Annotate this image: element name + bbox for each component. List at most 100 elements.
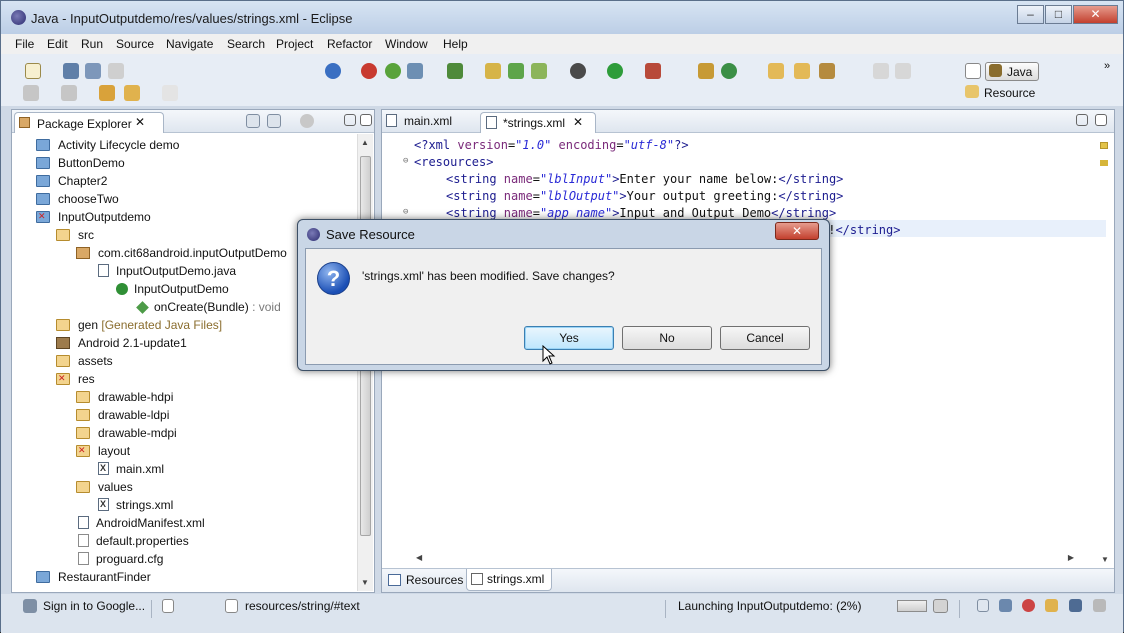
- minimize-view-icon[interactable]: [1076, 114, 1088, 126]
- class-icon: [116, 283, 128, 295]
- tab-strings-xml-source[interactable]: strings.xml: [466, 569, 552, 591]
- scroll-down-icon[interactable]: ▼: [361, 578, 369, 587]
- search-view-icon[interactable]: [1045, 599, 1058, 612]
- fold-collapse-icon[interactable]: ⊖: [403, 156, 408, 166]
- warning-marker-icon[interactable]: [1100, 160, 1108, 166]
- menu-edit[interactable]: Edit: [47, 37, 68, 51]
- search-tool-icon[interactable]: [819, 63, 835, 79]
- progress-view-icon[interactable]: [933, 599, 948, 613]
- tab-strings-xml[interactable]: *strings.xml ✕: [480, 112, 596, 133]
- xml-file-icon: [486, 116, 497, 129]
- new-android-test-icon[interactable]: [508, 63, 524, 79]
- tree-item-label: main.xml: [116, 462, 165, 476]
- menu-run[interactable]: Run: [81, 37, 103, 51]
- editor-vertical-scrollbar[interactable]: ▼: [1099, 134, 1113, 564]
- new-android-project-icon[interactable]: [485, 63, 501, 79]
- package-explorer-header: Package Explorer ✕: [12, 110, 374, 133]
- link-with-editor-icon[interactable]: [267, 114, 281, 128]
- fold-collapse-icon[interactable]: ⊖: [403, 207, 408, 217]
- tree-item-label: AndroidManifest.xml: [96, 516, 205, 530]
- xml-close-tag: </string>: [778, 189, 844, 203]
- external-tools-icon[interactable]: [645, 63, 661, 79]
- view-menu-icon[interactable]: [300, 114, 314, 128]
- sign-in-google-link[interactable]: Sign in to Google...: [43, 599, 145, 613]
- scroll-up-icon[interactable]: ▲: [361, 138, 369, 147]
- overview-marker-icon[interactable]: [1100, 142, 1108, 149]
- xml-value: "utf-8": [623, 138, 675, 152]
- download-icon[interactable]: [447, 63, 463, 79]
- dialog-close-button[interactable]: ✕: [775, 222, 819, 240]
- avd-manager-icon[interactable]: [407, 63, 423, 79]
- no-button[interactable]: No: [622, 326, 712, 350]
- close-icon[interactable]: ✕: [135, 115, 145, 129]
- xml-value: "lblInput": [539, 172, 613, 186]
- back-icon[interactable]: [124, 85, 140, 101]
- menu-window[interactable]: Window: [385, 37, 428, 51]
- document-icon: [225, 599, 238, 613]
- collapse-all-icon[interactable]: [246, 114, 260, 128]
- print-icon[interactable]: [108, 63, 124, 79]
- maximize-view-icon[interactable]: [1095, 114, 1107, 126]
- android-sdk-icon[interactable]: [385, 63, 401, 79]
- previous-annotation-icon[interactable]: [61, 85, 77, 101]
- menu-search[interactable]: Search: [227, 37, 265, 51]
- cancel-button[interactable]: Cancel: [720, 326, 810, 350]
- restore-icon[interactable]: [977, 599, 989, 612]
- new-icon[interactable]: [25, 63, 41, 79]
- open-resource-icon[interactable]: [794, 63, 810, 79]
- xml-equals: =: [532, 206, 540, 220]
- tree-item-return-type: : void: [248, 300, 281, 314]
- tree-item-label: layout: [98, 444, 131, 458]
- debug-android-icon[interactable]: [361, 63, 377, 79]
- scroll-left-icon[interactable]: ◀: [416, 553, 422, 562]
- new-java-class-icon[interactable]: [721, 63, 737, 79]
- save-icon[interactable]: [63, 63, 79, 79]
- history-icon[interactable]: [1093, 599, 1106, 612]
- toggle-block-icon[interactable]: [895, 63, 911, 79]
- resource-perspective-button[interactable]: Resource: [984, 86, 1035, 100]
- editor-horizontal-scrollbar[interactable]: ◀ ▶: [394, 552, 1084, 566]
- new-android-xml-icon[interactable]: [531, 63, 547, 79]
- fast-view-icon[interactable]: [162, 599, 174, 613]
- run-icon[interactable]: [607, 63, 623, 79]
- close-window-button[interactable]: ✕: [1073, 5, 1118, 24]
- google-icon[interactable]: [325, 63, 341, 79]
- package-explorer-tab[interactable]: Package Explorer ✕: [14, 112, 164, 133]
- toggle-mark-icon[interactable]: [873, 63, 889, 79]
- scroll-down-icon[interactable]: ▼: [1101, 555, 1109, 564]
- more-perspectives-chevron[interactable]: »: [1104, 60, 1110, 72]
- minimize-view-icon[interactable]: [344, 114, 356, 126]
- menu-help[interactable]: Help: [443, 37, 468, 51]
- tab-resources[interactable]: Resources: [406, 573, 463, 587]
- open-perspective-icon[interactable]: [965, 63, 981, 79]
- minimize-button[interactable]: –: [1017, 5, 1044, 24]
- tab-main-xml[interactable]: main.xml: [404, 114, 452, 128]
- main-toolbar: Java » Resource: [1, 54, 1123, 106]
- xml-badge-icon: X: [100, 463, 107, 473]
- menu-refactor[interactable]: Refactor: [327, 37, 372, 51]
- maximize-view-icon[interactable]: [360, 114, 372, 126]
- maximize-button[interactable]: □: [1045, 5, 1072, 24]
- forward-icon[interactable]: [162, 85, 178, 101]
- new-java-package-icon[interactable]: [698, 63, 714, 79]
- xml-file-icon: [386, 114, 397, 127]
- next-annotation-icon[interactable]: [23, 85, 39, 101]
- tree-item-label: proguard.cfg: [96, 552, 164, 566]
- debug-icon[interactable]: [570, 63, 586, 79]
- save-all-icon[interactable]: [85, 63, 101, 79]
- scroll-right-icon[interactable]: ▶: [1068, 553, 1074, 562]
- java-perspective-label: Java: [1007, 65, 1033, 79]
- menu-project[interactable]: Project: [276, 37, 313, 51]
- menu-file[interactable]: File: [15, 37, 34, 51]
- console-icon[interactable]: [1069, 599, 1082, 612]
- open-type-icon[interactable]: [768, 63, 784, 79]
- dialog-title: Save Resource: [326, 227, 415, 242]
- menu-source[interactable]: Source: [116, 37, 154, 51]
- close-icon[interactable]: ✕: [573, 115, 583, 129]
- yes-button[interactable]: Yes: [524, 326, 614, 350]
- last-edit-location-icon[interactable]: [99, 85, 115, 101]
- at-sign-icon[interactable]: [1022, 599, 1035, 612]
- menu-navigate[interactable]: Navigate: [166, 37, 213, 51]
- xml-space: [551, 138, 558, 152]
- outline-icon[interactable]: [999, 599, 1012, 612]
